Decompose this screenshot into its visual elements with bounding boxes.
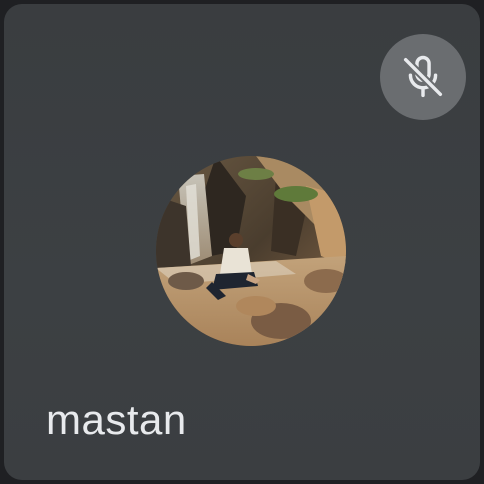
participant-name: mastan [46, 396, 187, 443]
profile-photo [156, 156, 346, 346]
participant-tile[interactable]: mastan [4, 4, 480, 480]
mic-muted-badge [380, 34, 466, 120]
mic-off-icon [401, 55, 445, 99]
avatar [156, 156, 346, 346]
